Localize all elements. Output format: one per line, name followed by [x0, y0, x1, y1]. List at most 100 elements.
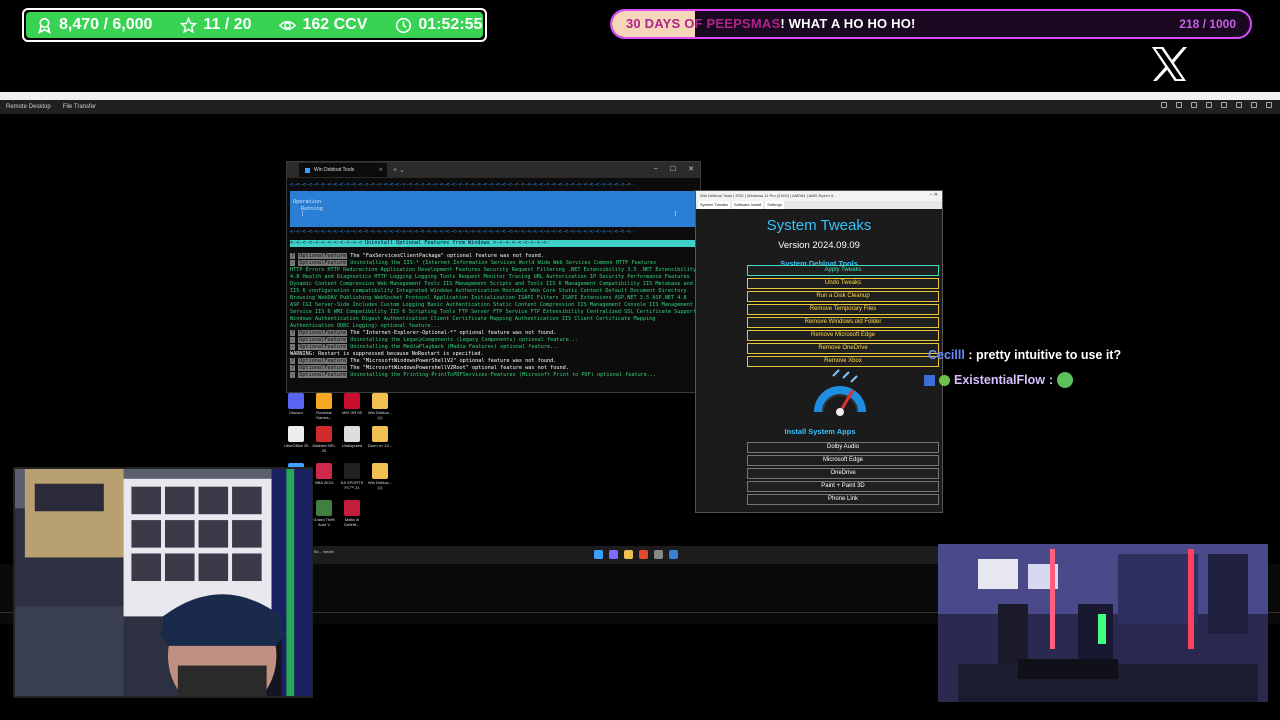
browser-icon[interactable] — [639, 550, 648, 559]
terminal-tab[interactable]: Win Debloat Tools ✕ — [299, 163, 387, 177]
x-logo-icon — [1151, 46, 1187, 82]
tweak-button[interactable]: Remove Windows.old Folder — [747, 317, 939, 328]
tweak-button[interactable]: Remove Xbox — [747, 356, 939, 367]
chat-icon[interactable] — [1221, 102, 1227, 108]
desktop-icon[interactable]: Drum n> 10... — [367, 426, 393, 448]
clock-icon — [396, 17, 412, 33]
desktop-icon[interactable]: Undisputed — [339, 426, 365, 448]
desktop-icon[interactable]: LibreOffice 25 — [283, 426, 309, 448]
terminal-line: - OptionalFeature Uninstalling the Print… — [290, 372, 697, 379]
terminal-line: ? OptionalFeature The "MicrosoftWindowsP… — [290, 365, 697, 372]
desktop-icon[interactable]: MSI GR 95 — [339, 393, 365, 415]
tweaks-version: Version 2024.09.09 — [778, 240, 860, 251]
settings-icon[interactable] — [1161, 102, 1167, 108]
fullscreen-icon[interactable] — [1236, 102, 1242, 108]
install-app-button[interactable]: Microsoft Edge — [747, 455, 939, 466]
tweak-button[interactable]: Remove Microsoft Edge — [747, 330, 939, 341]
desktop-icon-label: Win Debloa... (1) — [367, 480, 392, 490]
tweak-button[interactable]: Run a Disk Cleanup — [747, 291, 939, 302]
desktop-icon[interactable]: EA SPORTS FC™ 24 — [339, 463, 365, 490]
terminal-line: ? OptionalFeature The "MicrosoftWindowsP… — [290, 358, 697, 365]
tweaks-titlebar[interactable]: Win Debloat Tools | SSD | Windows 11 Pro… — [696, 191, 942, 201]
terminal-icon[interactable] — [669, 550, 678, 559]
tweaks-window-controls[interactable]: – ✕ — [930, 192, 938, 198]
viewers-value: 162 CCV — [302, 16, 368, 33]
desktop-icon-label: NBA 2K24 — [314, 480, 334, 485]
tab-software-install[interactable]: Software Install — [731, 201, 764, 209]
operation-progress-box: Operation Running [ ] — [290, 191, 697, 227]
remote-desktop-titlebar[interactable] — [0, 92, 1280, 100]
install-app-button[interactable]: Phone Link — [747, 494, 939, 505]
close-icon[interactable]: ✕ — [688, 165, 694, 173]
remote-desktop-tool-icons — [1161, 102, 1272, 108]
desktop-icon[interactable]: Grand Theft Auto V — [311, 500, 337, 527]
system-tweaks-window[interactable]: Win Debloat Tools | SSD | Windows 11 Pro… — [695, 190, 943, 513]
chat-message: ExistentialFlow : — [924, 372, 1074, 388]
chat-username: Cecilll — [928, 348, 965, 362]
install-app-button[interactable]: Paint + Paint 3D — [747, 481, 939, 492]
tab-settings[interactable]: Settings — [765, 201, 784, 209]
goal-title-part2: ! WHAT A HO HO HO! — [780, 16, 916, 31]
desktop-icon[interactable]: Win Debloa... (1) — [367, 463, 393, 490]
remote-desktop-menu[interactable]: Remote Desktop — [6, 104, 51, 110]
line-marker: ? — [290, 365, 296, 371]
terminal-output: <-<-<-<-<-<-<-<-<-<-<-<-<-<-<-<-<-<-<-<-… — [287, 178, 700, 383]
line-text: Uninstalling the IIS-* (Internet Informa… — [350, 260, 657, 266]
install-app-button[interactable]: OneDrive — [747, 468, 939, 479]
folder-icon[interactable] — [624, 550, 633, 559]
app-icon — [316, 426, 332, 442]
app-icon[interactable] — [654, 550, 663, 559]
app-icon — [344, 426, 360, 442]
tweak-button[interactable]: Undo Tweaks — [747, 278, 939, 289]
app-icon — [288, 426, 304, 442]
taskbar-weather[interactable]: Bc... weath — [314, 549, 334, 554]
desktop-icon[interactable]: Madden NFL 25 — [311, 426, 337, 453]
star-icon — [180, 16, 198, 33]
desktop-icon[interactable]: Rockstar Games... — [311, 393, 337, 420]
close-icon[interactable] — [1266, 102, 1272, 108]
eye-icon — [279, 20, 297, 30]
terminal-tabbar: Win Debloat Tools ✕ + ⌄ – ☐ ✕ — [287, 162, 700, 178]
subs-value: 11 / 20 — [203, 16, 252, 33]
line-text: Uninstalling the MediaPlayback (Media Fe… — [350, 344, 560, 350]
clipboard-icon[interactable] — [1206, 102, 1212, 108]
install-app-button[interactable]: Dolby Audio — [747, 442, 939, 453]
tweak-button[interactable]: Apply Tweaks — [747, 265, 939, 276]
desktop-icon[interactable]: Mafia III Definiti... — [339, 500, 365, 527]
desktop-icon[interactable]: NBA 2K24 — [311, 463, 337, 485]
window-icon[interactable] — [1251, 102, 1257, 108]
terminal-tab-icon — [305, 167, 310, 173]
teams-icon[interactable] — [609, 550, 618, 559]
display-icon[interactable] — [1176, 102, 1182, 108]
minimize-icon[interactable]: – — [654, 165, 658, 173]
chat-text: : — [1049, 373, 1054, 387]
taskbar-icons — [594, 550, 678, 559]
keyboard-icon[interactable] — [1191, 102, 1197, 108]
terminal-tab-title: Win Debloat Tools — [314, 167, 355, 173]
streamer-webcam — [13, 467, 313, 698]
app-icon — [372, 393, 388, 409]
goal-title: 30 DAYS OF PEEPSMAS! WHAT A HO HO HO! — [626, 16, 916, 31]
new-tab-icon[interactable]: + ⌄ — [393, 166, 405, 174]
tab-system-tweaks[interactable]: System Tweaks — [698, 201, 730, 209]
app-icon — [344, 463, 360, 479]
app-icon — [316, 500, 332, 516]
followers-stat: 8,470 / 6,000 — [36, 16, 152, 34]
tab-close-icon[interactable]: ✕ — [379, 167, 383, 173]
speedometer-icon — [814, 369, 866, 416]
desktop-icon[interactable]: Discord — [283, 393, 309, 415]
desktop-icon[interactable]: Win Debloa... (1) — [367, 393, 393, 420]
desktop-icon-label: Win Debloa... (1) — [367, 410, 392, 420]
start-icon[interactable] — [594, 550, 603, 559]
terminal-window[interactable]: Win Debloat Tools ✕ + ⌄ – ☐ ✕ <-<-<-<-<-… — [286, 161, 701, 393]
file-transfer-menu[interactable]: File Transfer — [63, 104, 96, 110]
tweak-button[interactable]: Remove OneDrive — [747, 343, 939, 354]
maximize-icon[interactable]: ☐ — [670, 165, 676, 173]
tweak-button[interactable]: Remove Temporary Files — [747, 304, 939, 315]
chat-text: : pretty intuitive to use it? — [968, 348, 1122, 362]
desktop-icon-label: Grand Theft Auto V — [313, 517, 335, 527]
desktop-icon-label: EA SPORTS FC™ 24 — [340, 480, 364, 490]
line-marker: ? — [290, 358, 296, 364]
tweaks-tabs: System Tweaks Software Install Settings — [696, 201, 942, 209]
remote-desktop-toolbar: Remote Desktop File Transfer — [0, 100, 1280, 114]
